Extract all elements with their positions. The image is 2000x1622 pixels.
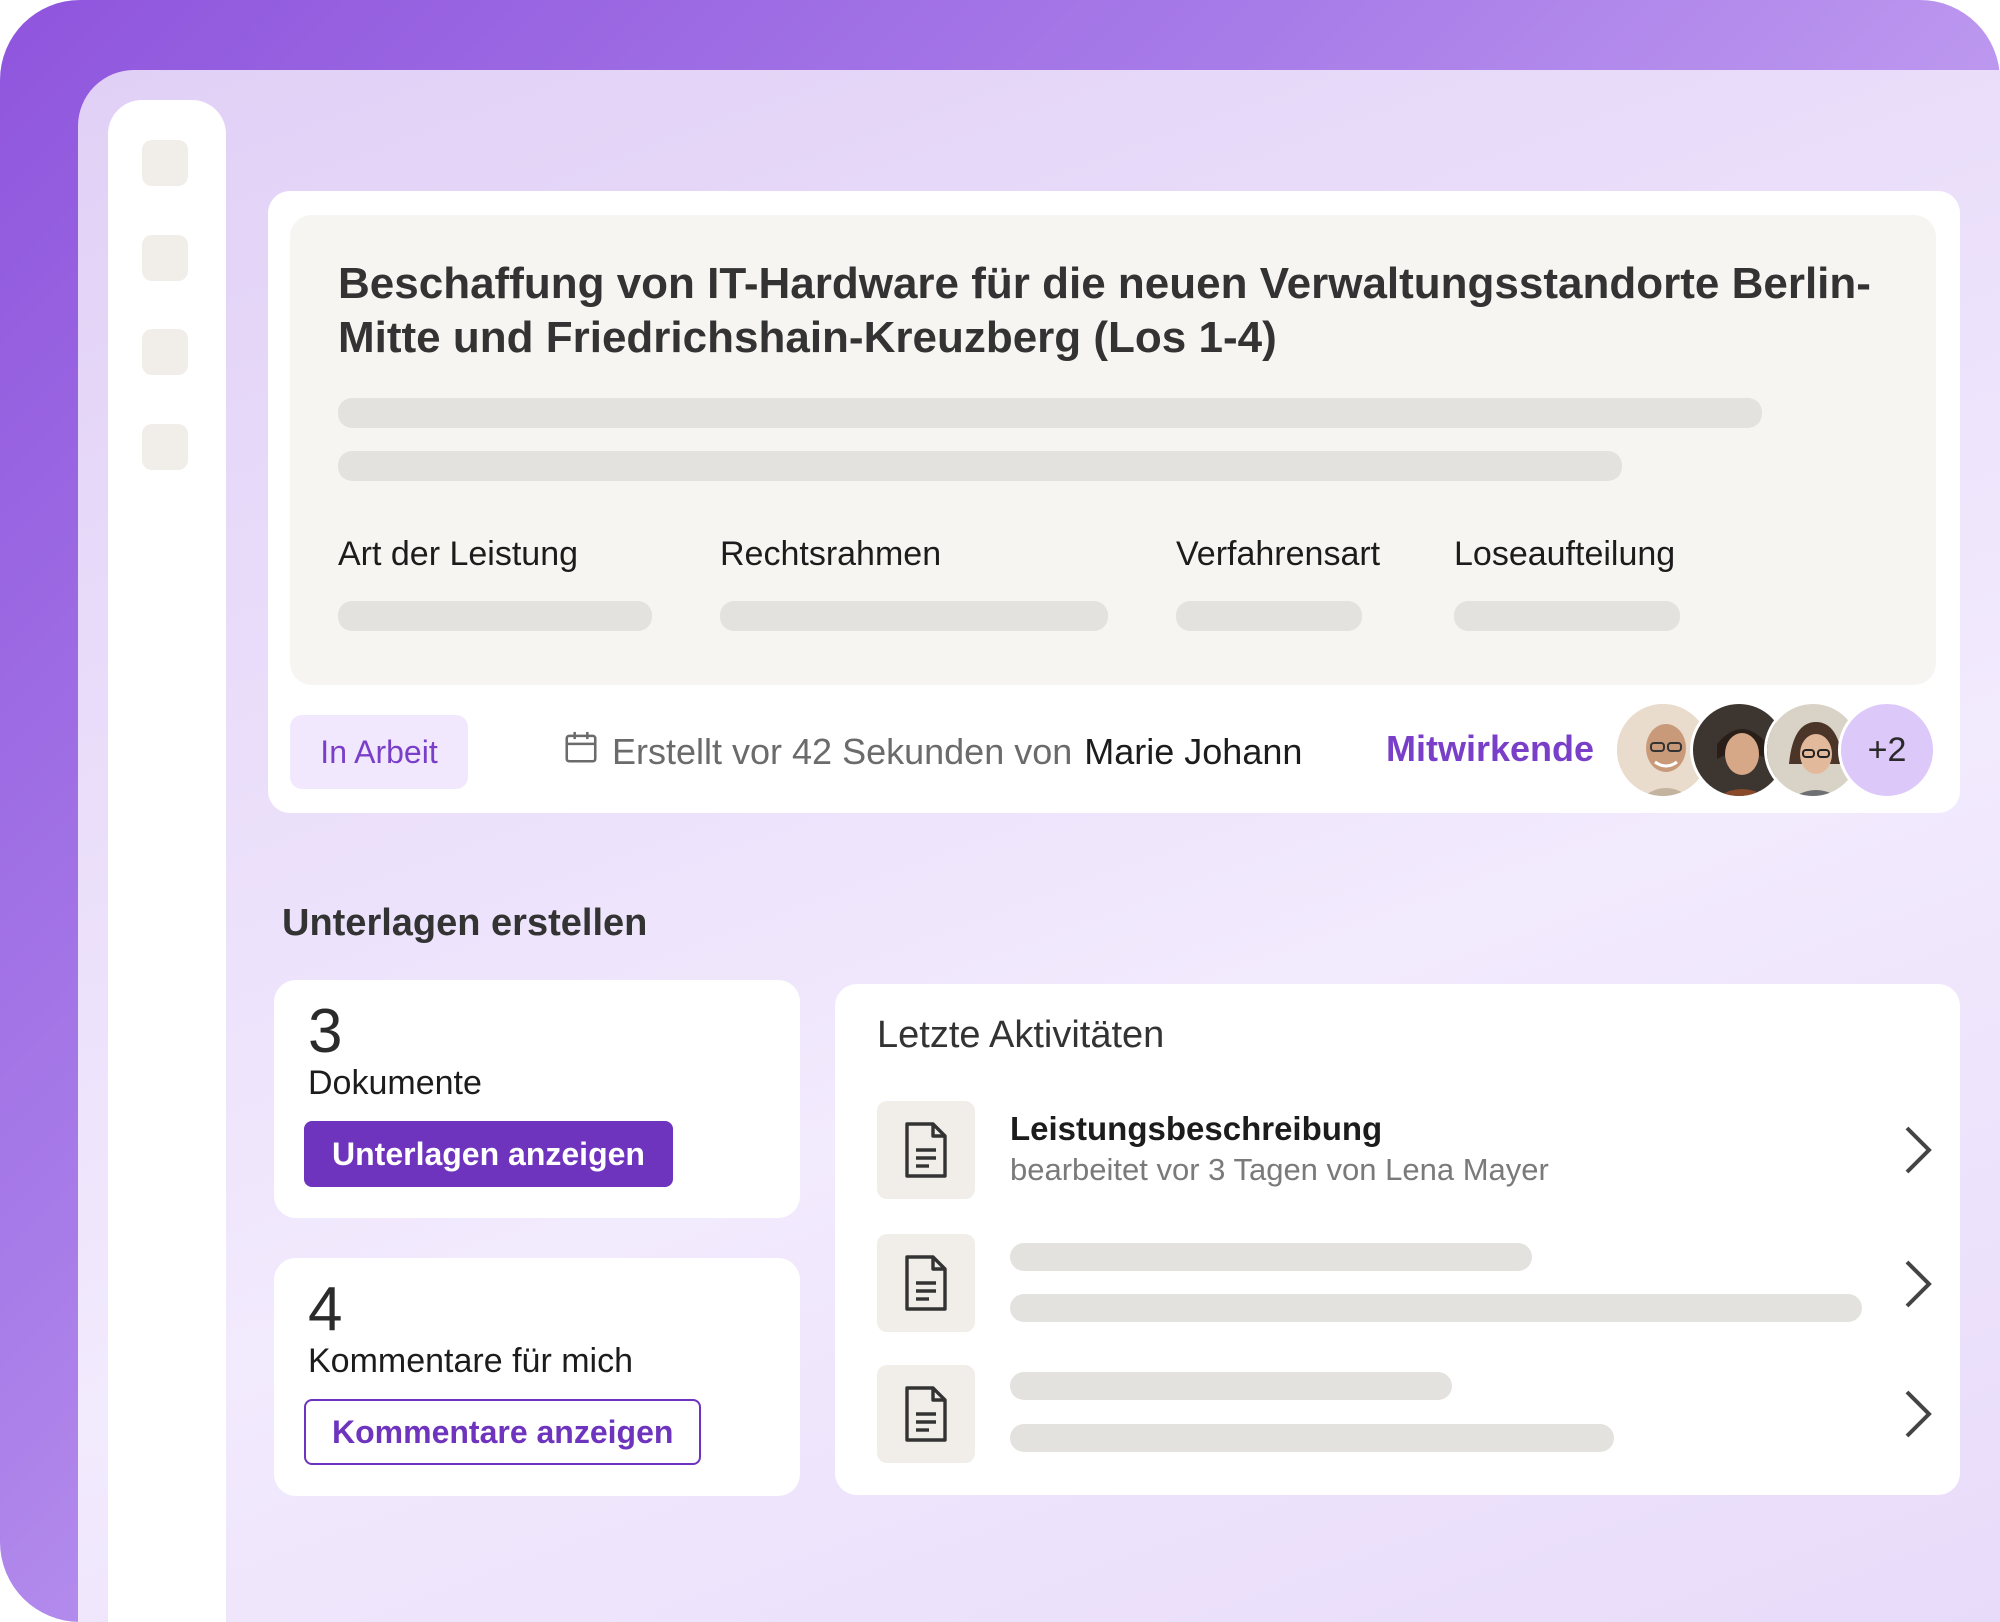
project-summary: Beschaffung von IT-Hardware für die neue… [290, 215, 1936, 685]
created-by[interactable]: Marie Johann [1084, 731, 1302, 773]
documents-label: Dokumente [308, 1064, 482, 1102]
activity-detail-placeholder [1010, 1294, 1862, 1322]
sidebar [108, 100, 226, 1622]
show-documents-button[interactable]: Unterlagen anzeigen [304, 1121, 673, 1187]
activity-detail: bearbeitet vor 3 Tagen von Lena Mayer [1010, 1152, 1549, 1187]
description-placeholder-2 [338, 451, 1622, 481]
activity-title-placeholder [1010, 1243, 1532, 1271]
sidebar-item-4[interactable] [142, 424, 188, 470]
field-label-art-der-leistung: Art der Leistung [338, 535, 579, 573]
field-value-placeholder-4 [1454, 601, 1680, 631]
activity-title-placeholder [1010, 1372, 1452, 1400]
activity-detail-placeholder [1010, 1424, 1614, 1452]
activity-title[interactable]: Leistungsbeschreibung [1010, 1110, 1382, 1148]
chevron-right-icon[interactable] [1899, 1384, 1939, 1444]
status-badge[interactable]: In Arbeit [290, 715, 468, 789]
more-contributors-badge[interactable]: +2 [1838, 701, 1936, 799]
calendar-icon [562, 728, 600, 775]
documents-count: 3 [308, 997, 343, 1066]
activities-card: Letzte Aktivitäten Leistungsbeschreibung… [835, 984, 1960, 1495]
show-comments-button[interactable]: Kommentare anzeigen [304, 1399, 702, 1465]
project-title: Beschaffung von IT-Hardware für die neue… [338, 259, 1871, 362]
sidebar-item-3[interactable] [142, 329, 188, 375]
field-value-placeholder-2 [720, 601, 1108, 631]
field-label-rechtsrahmen: Rechtsrahmen [720, 535, 942, 573]
contributors-label[interactable]: Mitwirkende [1386, 728, 1594, 770]
field-value-placeholder-3 [1176, 601, 1362, 631]
field-label-loseaufteilung: Loseaufteilung [1454, 535, 1676, 573]
comments-count: 4 [308, 1275, 343, 1344]
section-title: Unterlagen erstellen [282, 902, 648, 944]
document-icon [877, 1101, 975, 1199]
sidebar-item-2[interactable] [142, 235, 188, 281]
chevron-right-icon[interactable] [1899, 1120, 1939, 1180]
comments-label: Kommentare für mich [308, 1342, 633, 1380]
sidebar-item-1[interactable] [142, 140, 188, 186]
documents-card: 3 Dokumente Unterlagen anzeigen [274, 980, 800, 1218]
created-text: Erstellt vor 42 Sekunden von [612, 730, 1073, 772]
comments-card: 4 Kommentare für mich Kommentare anzeige… [274, 1258, 800, 1496]
document-icon [877, 1365, 975, 1463]
chevron-right-icon[interactable] [1899, 1254, 1939, 1314]
created-info: Erstellt vor 42 Sekunden von Marie Johan… [562, 728, 1302, 775]
activities-title: Letzte Aktivitäten [877, 1014, 1165, 1056]
description-placeholder-1 [338, 398, 1762, 428]
project-card: Beschaffung von IT-Hardware für die neue… [268, 191, 1960, 813]
document-icon [877, 1234, 975, 1332]
field-label-verfahrensart: Verfahrensart [1176, 535, 1381, 573]
field-value-placeholder-1 [338, 601, 652, 631]
